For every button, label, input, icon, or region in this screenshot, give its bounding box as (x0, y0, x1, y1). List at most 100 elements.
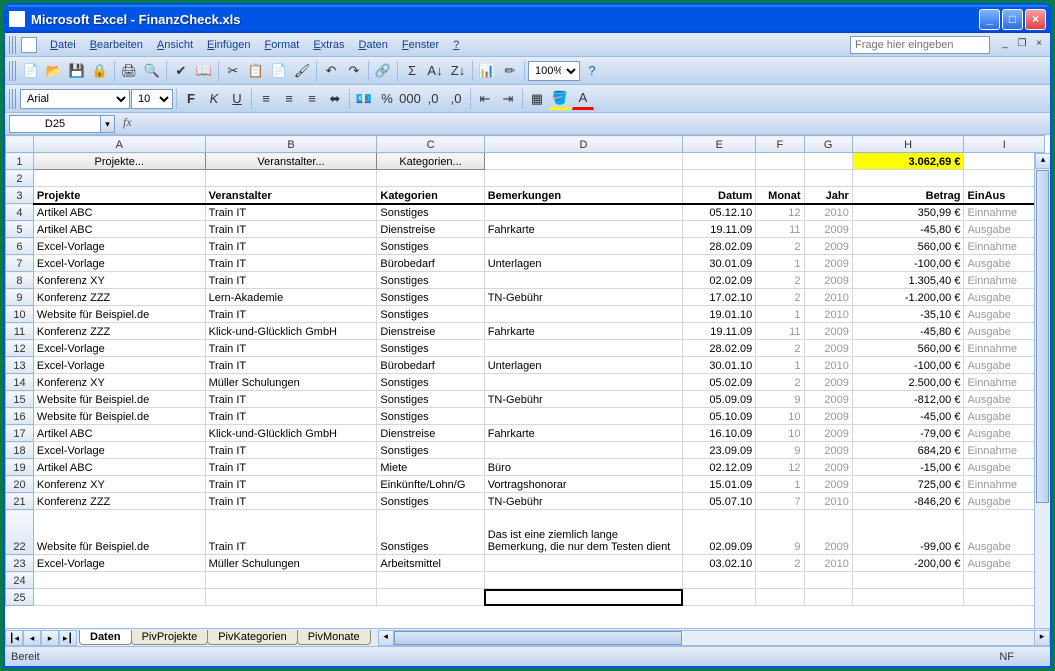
menu-format[interactable]: Format (257, 36, 306, 54)
cell-monat[interactable]: 9 (756, 510, 804, 555)
cell-monat[interactable]: 1 (756, 306, 804, 323)
open-file-icon[interactable]: 📂 (43, 60, 65, 82)
cell-datum[interactable]: 30.01.10 (683, 357, 756, 374)
cell-einaus[interactable]: Ausgabe (964, 255, 1045, 272)
cell-einaus[interactable]: Einnahme (964, 238, 1045, 255)
row-header-18[interactable]: 18 (6, 442, 34, 459)
cell-datum[interactable] (683, 572, 756, 589)
increase-decimal-icon[interactable]: ,0 (422, 88, 444, 110)
cell-kategorie[interactable]: Dienstreise (377, 323, 484, 340)
cell[interactable] (852, 170, 964, 187)
cell-monat[interactable]: 2 (756, 272, 804, 289)
cell-jahr[interactable]: 2010 (804, 306, 852, 323)
cell-bemerkung[interactable]: Unterlagen (484, 357, 683, 374)
cell-kategorie[interactable]: Miete (377, 459, 484, 476)
cell-veranstalter[interactable]: Train IT (205, 493, 377, 510)
sheet-tab-daten[interactable]: Daten (79, 630, 132, 645)
cell-einaus[interactable] (964, 572, 1045, 589)
cell-datum[interactable]: 02.12.09 (683, 459, 756, 476)
cell-kategorie[interactable]: Sonstiges (377, 272, 484, 289)
cell-einaus[interactable]: Einnahme (964, 340, 1045, 357)
cell-jahr[interactable]: 2010 (804, 357, 852, 374)
cell-jahr[interactable]: 2009 (804, 408, 852, 425)
cell-bemerkung[interactable]: TN-Gebühr (484, 289, 683, 306)
cell-datum[interactable]: 23.09.09 (683, 442, 756, 459)
cell-projekt[interactable]: Website für Beispiel.de (33, 510, 205, 555)
zoom-select[interactable]: 100% (528, 61, 580, 81)
cell-einaus[interactable]: Einnahme (964, 476, 1045, 493)
scroll-thumb[interactable] (1036, 170, 1049, 503)
doc-close-button[interactable]: × (1032, 38, 1046, 52)
decrease-indent-icon[interactable]: ⇤ (474, 88, 496, 110)
cell-kategorie[interactable]: Bürobedarf (377, 255, 484, 272)
cell-kategorie[interactable]: Sonstiges (377, 442, 484, 459)
cell-betrag[interactable]: -35,10 € (852, 306, 964, 323)
cell-datum[interactable]: 05.02.09 (683, 374, 756, 391)
cell-betrag[interactable]: 684,20 € (852, 442, 964, 459)
cell-einaus[interactable]: Ausgabe (964, 510, 1045, 555)
autosum-icon[interactable]: Σ (401, 60, 423, 82)
percent-icon[interactable]: % (376, 88, 398, 110)
underline-icon[interactable]: U (226, 88, 248, 110)
row-header-21[interactable]: 21 (6, 493, 34, 510)
cell[interactable] (804, 589, 852, 606)
cell-bemerkung[interactable] (484, 442, 683, 459)
cell-bemerkung[interactable] (484, 408, 683, 425)
currency-icon[interactable]: 💶 (353, 88, 375, 110)
cell-veranstalter[interactable]: Müller Schulungen (205, 555, 377, 572)
header-betrag[interactable]: Betrag (852, 187, 964, 204)
cell-datum[interactable]: 03.02.10 (683, 555, 756, 572)
tab-prev-button[interactable]: ◂ (23, 630, 41, 646)
cell-monat[interactable]: 1 (756, 255, 804, 272)
cell-projekt[interactable]: Excel-Vorlage (33, 238, 205, 255)
row-header-5[interactable]: 5 (6, 221, 34, 238)
cell-betrag[interactable]: -100,00 € (852, 357, 964, 374)
cell-projekt[interactable]: Website für Beispiel.de (33, 306, 205, 323)
cell-jahr[interactable]: 2010 (804, 555, 852, 572)
doc-restore-button[interactable]: ❐ (1015, 38, 1029, 52)
name-box[interactable]: D25 (9, 115, 101, 133)
projekte-button[interactable]: Projekte... (33, 153, 205, 170)
cell-monat[interactable]: 2 (756, 340, 804, 357)
cell-monat[interactable]: 9 (756, 442, 804, 459)
column-header-H[interactable]: H (852, 136, 964, 153)
column-header-E[interactable]: E (683, 136, 756, 153)
insert-function-button[interactable]: fx (123, 115, 147, 133)
cell-projekt[interactable]: Excel-Vorlage (33, 340, 205, 357)
cell-bemerkung[interactable] (484, 340, 683, 357)
research-icon[interactable]: 📖 (193, 60, 215, 82)
total-cell[interactable]: 3.062,69 € (852, 153, 964, 170)
cell-kategorie[interactable]: Sonstiges (377, 306, 484, 323)
menu-ansicht[interactable]: Ansicht (150, 36, 200, 54)
cell-datum[interactable]: 17.02.10 (683, 289, 756, 306)
cell-datum[interactable]: 02.09.09 (683, 510, 756, 555)
cell-monat[interactable]: 1 (756, 357, 804, 374)
cell-jahr[interactable] (804, 572, 852, 589)
cell-datum[interactable]: 02.02.09 (683, 272, 756, 289)
header-bemerkungen[interactable]: Bemerkungen (484, 187, 683, 204)
cell-datum[interactable]: 19.01.10 (683, 306, 756, 323)
row-header-3[interactable]: 3 (6, 187, 34, 204)
header-projekte[interactable]: Projekte (33, 187, 205, 204)
chart-wizard-icon[interactable]: 📊 (476, 60, 498, 82)
cell-monat[interactable]: 1 (756, 476, 804, 493)
fill-color-icon[interactable]: 🪣 (549, 88, 571, 110)
titlebar[interactable]: Microsoft Excel - FinanzCheck.xls _ □ × (5, 5, 1050, 33)
permission-icon[interactable]: 🔒 (89, 60, 111, 82)
align-right-icon[interactable]: ≡ (301, 88, 323, 110)
cell-projekt[interactable]: Artikel ABC (33, 204, 205, 221)
cell-projekt[interactable]: Konferenz XY (33, 272, 205, 289)
redo-icon[interactable]: ↷ (343, 60, 365, 82)
cell-bemerkung[interactable]: Fahrkarte (484, 425, 683, 442)
save-icon[interactable]: 💾 (66, 60, 88, 82)
cell-kategorie[interactable]: Dienstreise (377, 221, 484, 238)
cell-veranstalter[interactable]: Train IT (205, 408, 377, 425)
menu-fenster[interactable]: Fenster (395, 36, 446, 54)
cell-bemerkung[interactable]: Unterlagen (484, 255, 683, 272)
merge-center-icon[interactable]: ⬌ (324, 88, 346, 110)
bold-icon[interactable]: F (180, 88, 202, 110)
cell-bemerkung[interactable]: Fahrkarte (484, 323, 683, 340)
scroll-right-button[interactable]: ▸ (1034, 630, 1050, 646)
cell-betrag[interactable]: -200,00 € (852, 555, 964, 572)
cell-veranstalter[interactable]: Train IT (205, 272, 377, 289)
